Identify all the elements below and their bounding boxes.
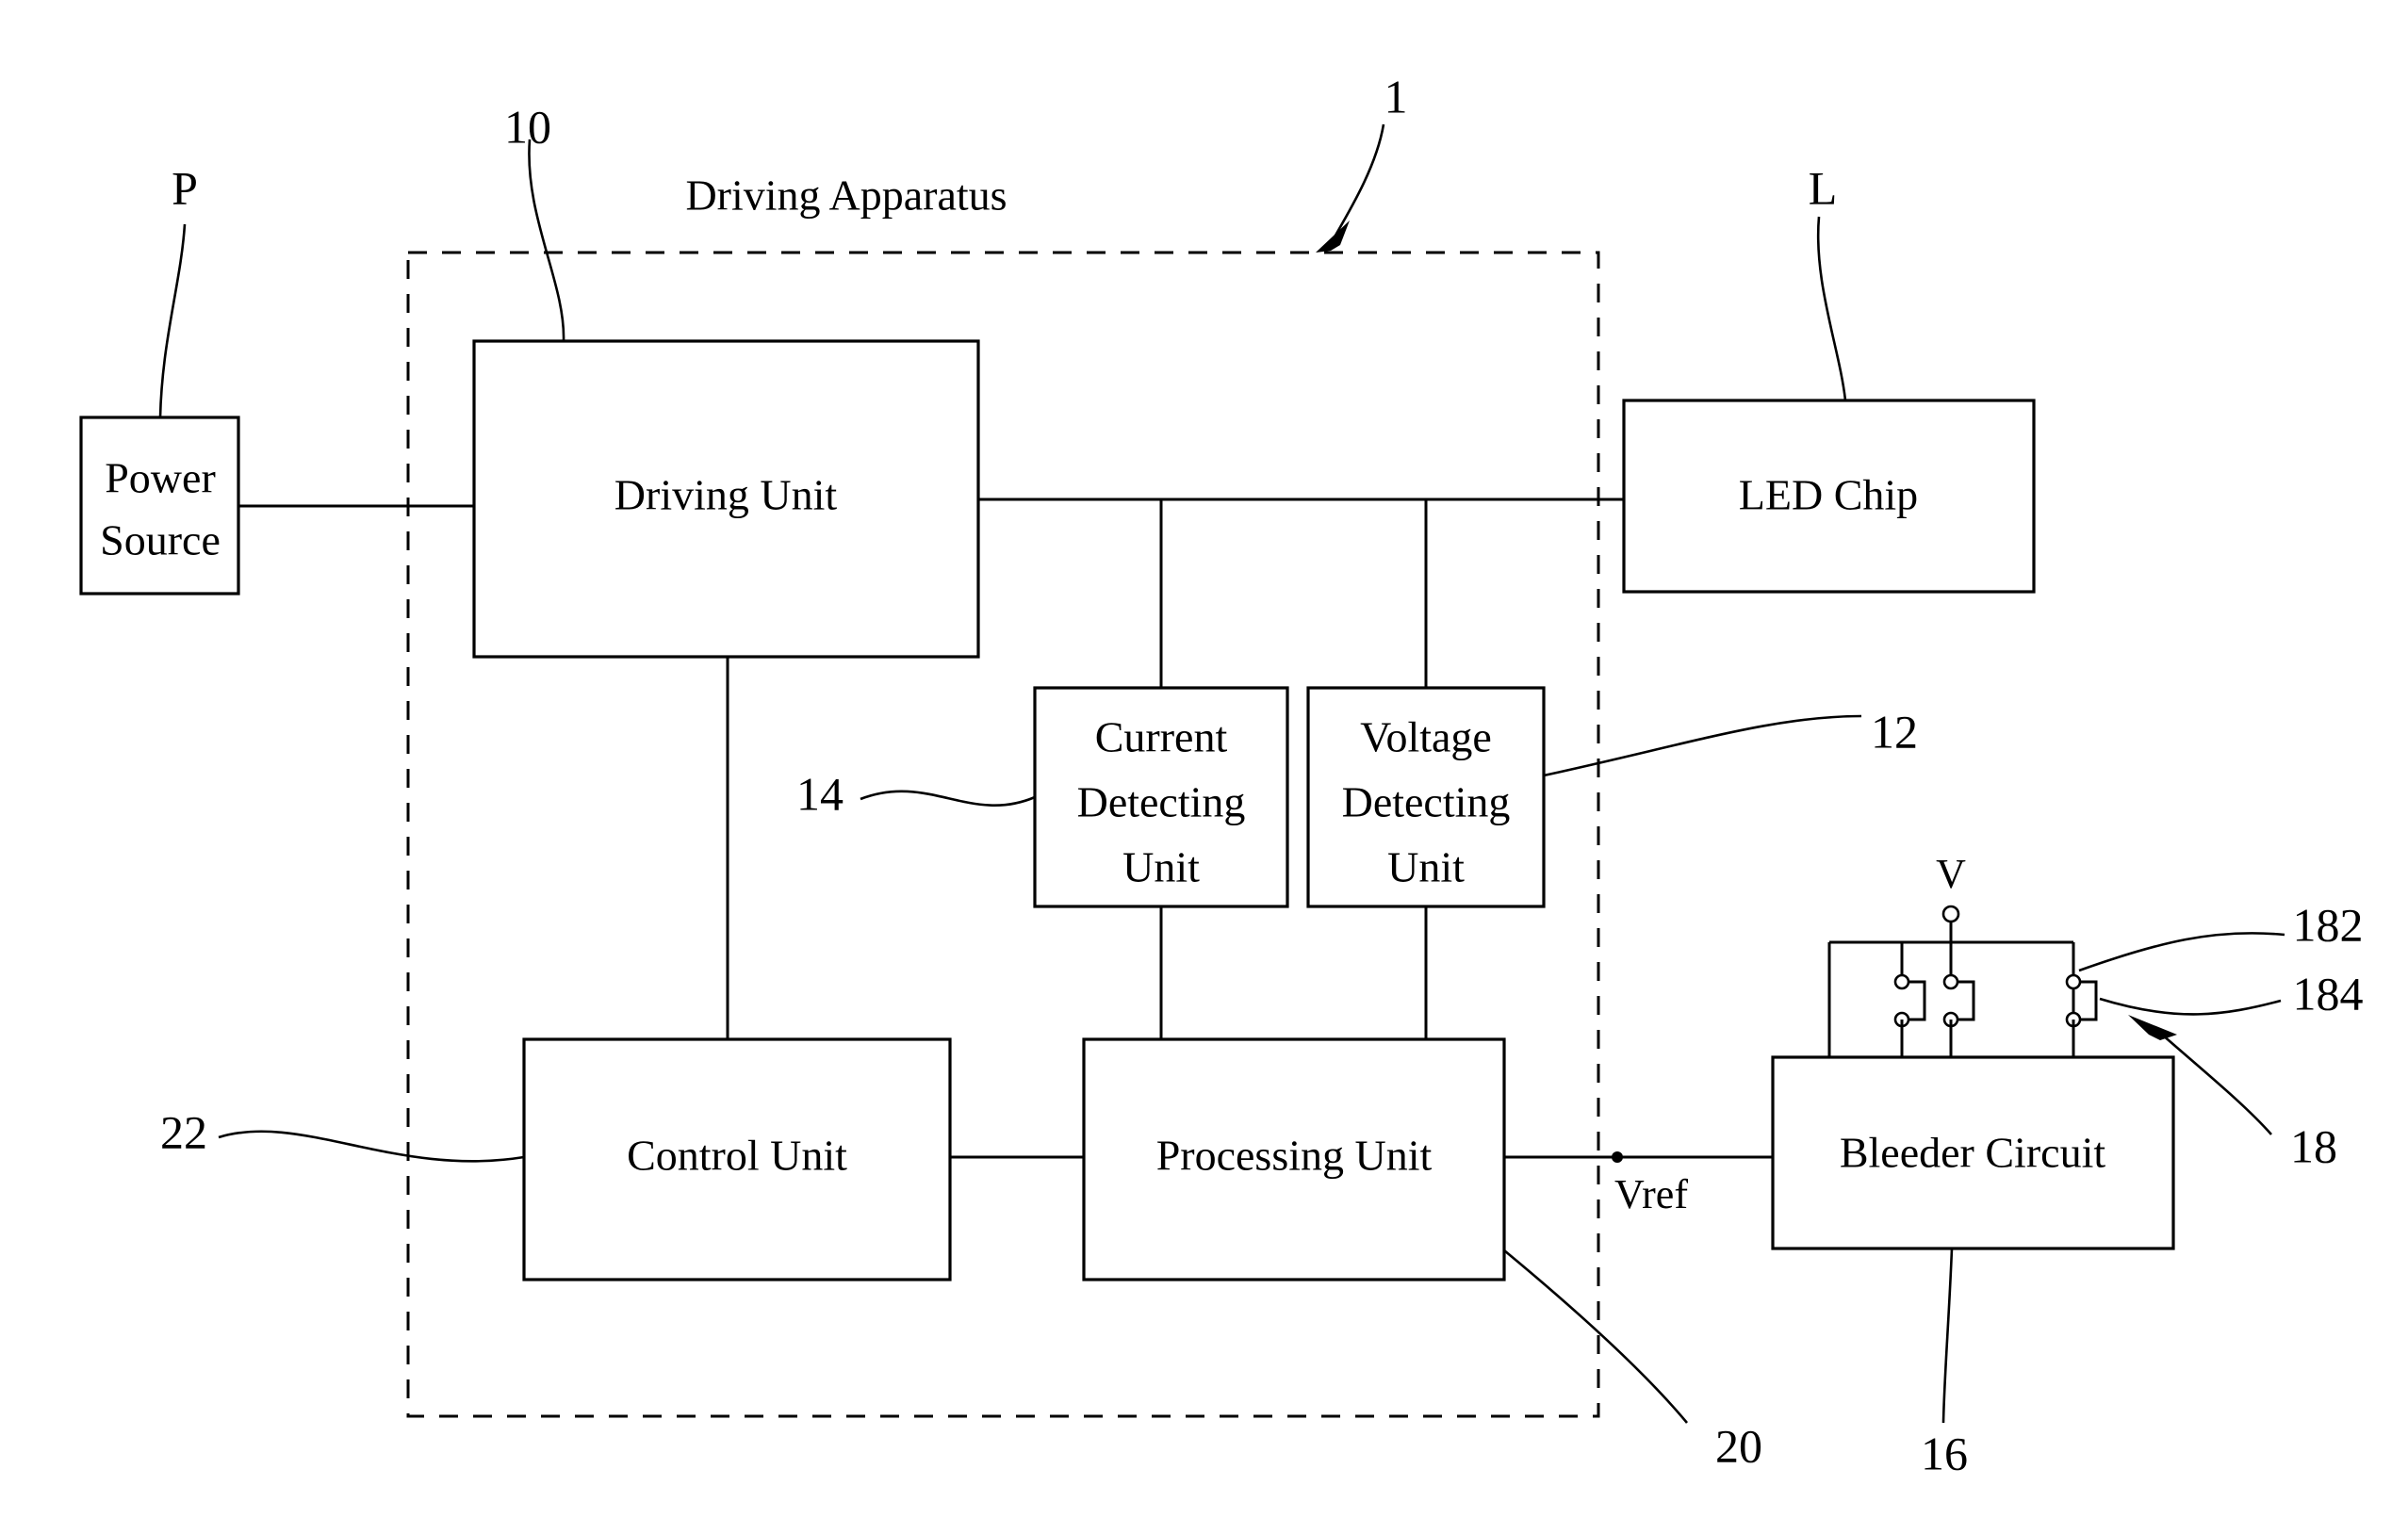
ref-numeral-18: 18 xyxy=(2290,1119,2337,1172)
ref-numeral-20: 20 xyxy=(1715,1419,1762,1472)
leader-182-to-switch-first xyxy=(2078,932,2285,972)
current-detecting-unit-label-line1: Current xyxy=(1095,713,1228,761)
leader-10-to-driving-unit xyxy=(528,139,565,342)
control-unit-label: Control Unit xyxy=(627,1132,847,1180)
ref-numeral-1: 1 xyxy=(1384,70,1408,122)
leader-16-to-bleeder-circuit xyxy=(1941,1248,1954,1424)
voltage-detecting-unit-label-line3: Unit xyxy=(1387,843,1465,891)
switch1-upper-terminal xyxy=(1893,973,1910,990)
led-chip-label: LED Chip xyxy=(1739,471,1918,519)
leader-184-to-switch-second xyxy=(2099,997,2282,1016)
leader-1-to-boundary xyxy=(1327,123,1385,248)
bleeder-circuit-label: Bleeder Circuit xyxy=(1840,1129,2106,1177)
ref-numeral-12: 12 xyxy=(1871,705,1918,758)
switch2-upper-terminal xyxy=(1942,973,1959,990)
block-power-source: Power Source xyxy=(79,416,240,596)
arrowhead-18 xyxy=(2128,1015,2177,1040)
block-driving-unit: Driving Unit xyxy=(472,339,980,659)
switch3-upper-terminal xyxy=(2065,973,2082,990)
driving-unit-label: Driving Unit xyxy=(614,471,838,519)
block-led-chip: LED Chip xyxy=(1622,399,2036,594)
leader-22-to-control-unit xyxy=(218,1130,525,1163)
bleeder-switch-network xyxy=(1827,905,2098,1057)
v-terminal-node xyxy=(1941,905,1960,923)
ref-numeral-L: L xyxy=(1809,161,1838,214)
block-voltage-detecting-unit: Voltage Detecting Unit xyxy=(1306,686,1546,908)
block-current-detecting-unit: Current Detecting Unit xyxy=(1033,686,1289,908)
voltage-detecting-unit-label-line2: Detecting xyxy=(1342,778,1511,826)
power-source-label-line1: Power xyxy=(105,454,216,502)
arrowhead-1 xyxy=(1316,220,1350,253)
leader-20-to-processing-unit xyxy=(1503,1248,1688,1424)
voltage-detecting-unit-label-line1: Voltage xyxy=(1360,713,1492,761)
driving-apparatus-block-diagram: Power Source Driving Unit LED Chip Curre… xyxy=(79,70,2364,1479)
leader-14-to-current-detect xyxy=(860,790,1036,807)
leader-p-to-power-source xyxy=(158,223,187,418)
leader-18-to-switch-group xyxy=(2153,1026,2272,1135)
power-source-box xyxy=(79,416,240,596)
leader-L-to-led-chip xyxy=(1816,216,1847,401)
current-detecting-unit-label-line3: Unit xyxy=(1122,843,1200,891)
current-detecting-unit-label-line2: Detecting xyxy=(1077,778,1246,826)
patent-figure-canvas: Power Source Driving Unit LED Chip Curre… xyxy=(0,0,2408,1534)
block-control-unit: Control Unit xyxy=(522,1037,952,1281)
power-source-label-line2: Source xyxy=(100,516,221,564)
block-bleeder-circuit: Bleeder Circuit xyxy=(1771,1055,2175,1250)
ref-numeral-14: 14 xyxy=(796,767,844,820)
figure-title-driving-apparatus: Driving Apparatus xyxy=(685,171,1007,220)
ref-numeral-184: 184 xyxy=(2293,967,2364,1020)
signal-label-vref: Vref xyxy=(1614,1171,1688,1217)
ref-numeral-16: 16 xyxy=(1921,1427,1968,1479)
ref-numeral-P: P xyxy=(172,161,198,214)
ref-numeral-22: 22 xyxy=(160,1105,207,1158)
vref-node-dot xyxy=(1612,1151,1623,1163)
ref-numeral-182: 182 xyxy=(2293,898,2364,951)
block-processing-unit: Processing Unit xyxy=(1082,1037,1506,1281)
leader-12-to-voltage-detect xyxy=(1543,714,1862,777)
signal-label-v: V xyxy=(1936,851,1966,897)
ref-numeral-10: 10 xyxy=(504,100,551,153)
driving-apparatus-boundary xyxy=(406,251,1600,1418)
processing-unit-label: Processing Unit xyxy=(1156,1132,1433,1180)
